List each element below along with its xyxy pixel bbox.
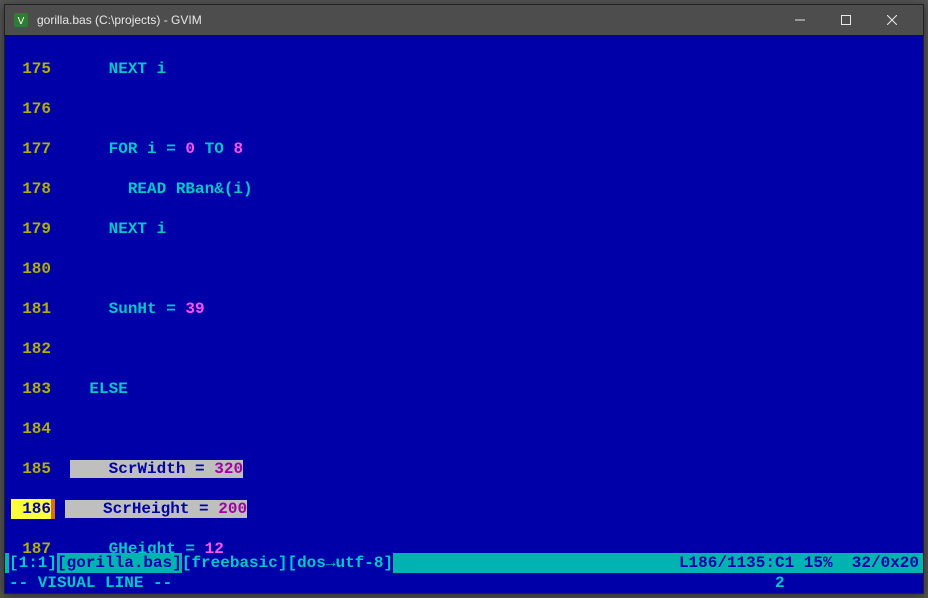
command-line[interactable]: -- VISUAL LINE -- 2 [5,573,923,593]
mode-indicator: -- VISUAL LINE -- [9,573,172,593]
line-number: 181 [11,299,51,319]
code-number: 0 [185,140,195,158]
line-number: 183 [11,379,51,399]
selected-code: ScrWidth = [70,460,214,478]
editor-area[interactable]: 175 NEXT i 176 177 FOR i = 0 TO 8 178 RE… [5,35,923,553]
code-text: READ RBan&(i) [70,180,252,198]
window-controls [777,5,915,35]
code-text: SunHt = [70,300,185,318]
line-number: 180 [11,259,51,279]
code-text: NEXT i [70,60,166,78]
line-number: 179 [11,219,51,239]
code-text: ELSE [70,380,128,398]
code-text: GHeight = [70,540,204,553]
line-number: 177 [11,139,51,159]
line-number: 184 [11,419,51,439]
svg-text:V: V [18,16,25,27]
line-number: 175 [11,59,51,79]
app-window: V gorilla.bas (C:\projects) - GVIM 175 N… [4,4,924,594]
line-number: 176 [11,99,51,119]
close-button[interactable] [869,5,915,35]
maximize-button[interactable] [823,5,869,35]
status-charcode: 32/0x20 [852,553,919,573]
status-bar: [1:1][gorilla.bas][freebasic][dos→utf-8]… [5,553,923,573]
code-text: TO [195,140,233,158]
line-number: 187 [11,539,51,553]
minimize-button[interactable] [777,5,823,35]
code-text: FOR i = [70,140,185,158]
visual-count: 2 [775,573,785,593]
selected-code: ScrHeight = [65,500,219,518]
code-text: NEXT i [70,220,166,238]
line-number: 182 [11,339,51,359]
titlebar[interactable]: V gorilla.bas (C:\projects) - GVIM [5,5,923,35]
status-filetype: [freebasic] [182,553,288,573]
status-position: L186/1135:C1 15% [679,553,833,573]
code-number: 39 [185,300,204,318]
selected-number: 200 [218,500,247,518]
code-number: 12 [205,540,224,553]
line-number: 185 [11,459,51,479]
cursor-column-marker [51,499,55,519]
status-encoding: [dos→utf-8] [287,553,393,573]
window-title: gorilla.bas (C:\projects) - GVIM [37,13,777,27]
line-number: 178 [11,179,51,199]
app-icon: V [13,12,29,28]
status-filename: [gorilla.bas] [57,553,182,573]
status-winpos: [1:1] [9,553,57,573]
line-number-current: 186 [11,499,51,519]
code-number: 8 [233,140,243,158]
selected-number: 320 [214,460,243,478]
